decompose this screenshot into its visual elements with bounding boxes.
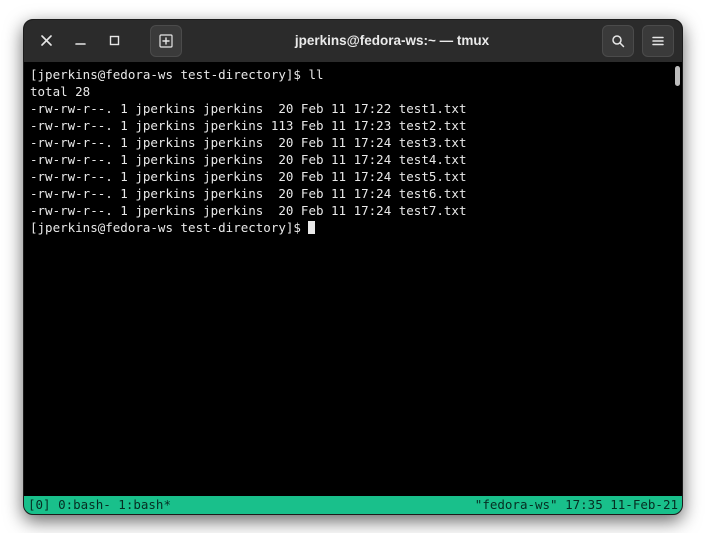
file-row: -rw-rw-r--. 1 jperkins jperkins 20 Feb 1… bbox=[30, 203, 467, 218]
tmux-status-right: "fedora-ws" 17:35 11-Feb-21 bbox=[475, 496, 678, 514]
minimize-icon bbox=[75, 35, 86, 46]
scrollbar-thumb[interactable] bbox=[675, 66, 680, 86]
file-row: -rw-rw-r--. 1 jperkins jperkins 20 Feb 1… bbox=[30, 152, 467, 167]
file-row: -rw-rw-r--. 1 jperkins jperkins 113 Feb … bbox=[30, 118, 467, 133]
search-button[interactable] bbox=[602, 25, 634, 57]
maximize-button[interactable] bbox=[100, 27, 128, 55]
titlebar: jperkins@fedora-ws:~ — tmux bbox=[24, 20, 682, 62]
search-icon bbox=[611, 34, 625, 48]
window-title: jperkins@fedora-ws:~ — tmux bbox=[188, 33, 596, 48]
cursor bbox=[308, 221, 315, 234]
new-tab-button[interactable] bbox=[150, 25, 182, 57]
prompt-line: [jperkins@fedora-ws test-directory]$ ll bbox=[30, 67, 324, 82]
tmux-status-left: [0] 0:bash- 1:bash* bbox=[28, 496, 171, 514]
terminal-body[interactable]: [jperkins@fedora-ws test-directory]$ ll … bbox=[24, 62, 682, 496]
hamburger-icon bbox=[651, 34, 665, 48]
file-row: -rw-rw-r--. 1 jperkins jperkins 20 Feb 1… bbox=[30, 186, 467, 201]
file-row: -rw-rw-r--. 1 jperkins jperkins 20 Feb 1… bbox=[30, 135, 467, 150]
total-line: total 28 bbox=[30, 84, 90, 99]
file-row: -rw-rw-r--. 1 jperkins jperkins 20 Feb 1… bbox=[30, 169, 467, 184]
menu-button[interactable] bbox=[642, 25, 674, 57]
titlebar-controls-right bbox=[602, 25, 674, 57]
terminal-window: jperkins@fedora-ws:~ — tmux [jperkins@fe… bbox=[23, 19, 683, 515]
file-row: -rw-rw-r--. 1 jperkins jperkins 20 Feb 1… bbox=[30, 101, 467, 116]
maximize-icon bbox=[109, 35, 120, 46]
new-tab-icon bbox=[159, 34, 173, 48]
close-icon bbox=[41, 35, 52, 46]
titlebar-controls-left bbox=[32, 25, 182, 57]
prompt-current: [jperkins@fedora-ws test-directory]$ bbox=[30, 220, 308, 235]
close-button[interactable] bbox=[32, 27, 60, 55]
tmux-status-bar: [0] 0:bash- 1:bash* "fedora-ws" 17:35 11… bbox=[24, 496, 682, 514]
terminal-output: [jperkins@fedora-ws test-directory]$ ll … bbox=[24, 62, 682, 236]
minimize-button[interactable] bbox=[66, 27, 94, 55]
